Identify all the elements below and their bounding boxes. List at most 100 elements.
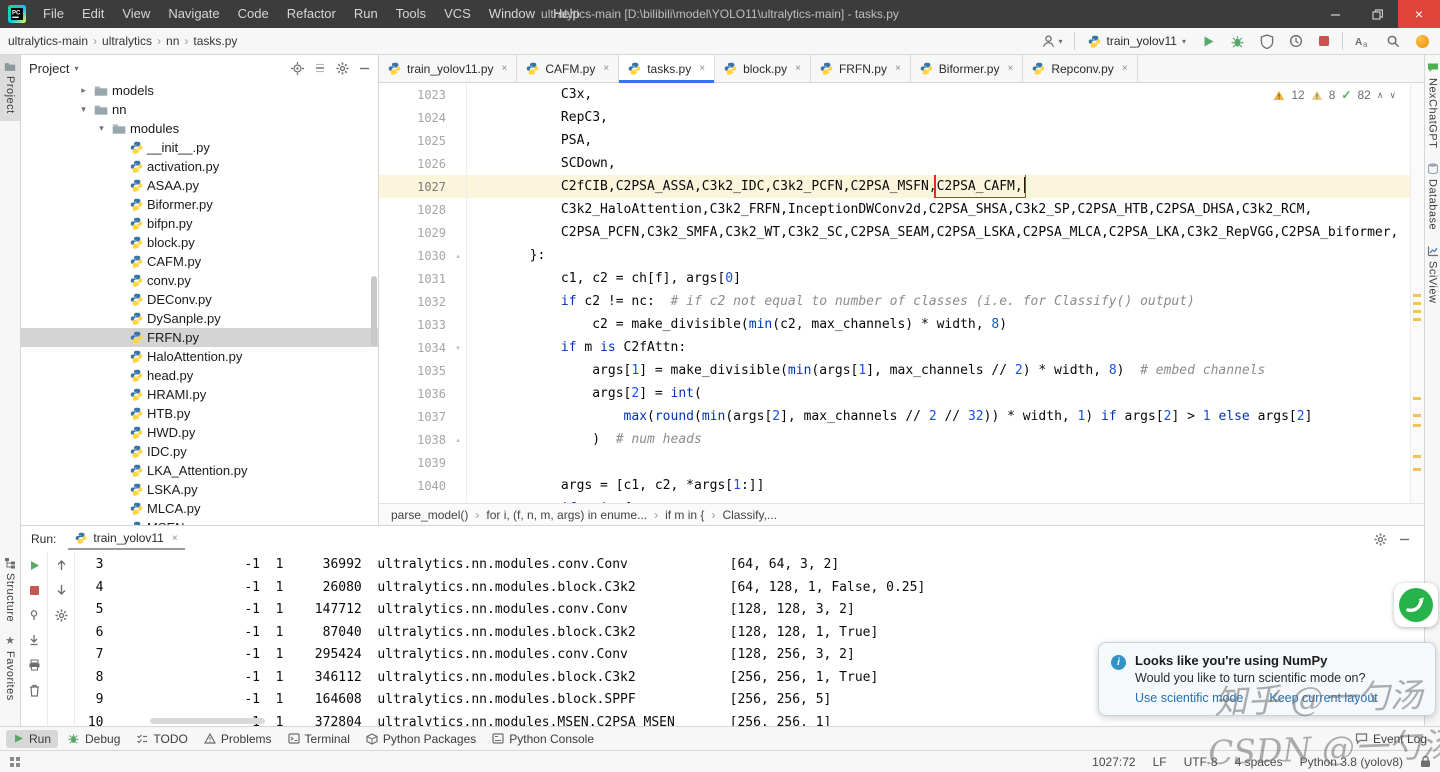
profiler-button[interactable]	[1286, 32, 1306, 50]
tree-item-activation-py[interactable]: activation.py	[21, 157, 378, 176]
locate-file-icon[interactable]	[291, 62, 304, 75]
toolwindow-button-run[interactable]: Run	[6, 730, 58, 748]
keep-current-layout-link[interactable]: Keep current layout	[1269, 691, 1377, 705]
tree-item-cafm-py[interactable]: CAFM.py	[21, 252, 378, 271]
line-number-1032[interactable]: 1032	[379, 290, 467, 313]
plugin-orange-icon[interactable]	[1413, 33, 1432, 50]
pin-button[interactable]	[24, 607, 44, 623]
tree-item-mlca-py[interactable]: MLCA.py	[21, 499, 378, 518]
run-config-select[interactable]: train_yolov11 ▾	[1084, 32, 1190, 50]
close-icon[interactable]: ×	[795, 63, 801, 74]
editor-breadcrumb-item[interactable]: if m in {	[665, 508, 704, 522]
menu-vcs[interactable]: VCS	[435, 0, 480, 28]
tree-item-lka-attention-py[interactable]: LKA_Attention.py	[21, 461, 378, 480]
menu-view[interactable]: View	[113, 0, 159, 28]
clear-button[interactable]	[24, 682, 44, 698]
user-icon[interactable]: ▾	[1038, 32, 1065, 51]
run-button[interactable]	[1199, 33, 1218, 50]
print-button[interactable]	[24, 657, 44, 673]
tree-item-block-py[interactable]: block.py	[21, 233, 378, 252]
tree-item-idc-py[interactable]: IDC.py	[21, 442, 378, 461]
close-icon[interactable]: ×	[1122, 63, 1128, 74]
fold-marker-icon[interactable]: ▴	[450, 436, 466, 444]
close-icon[interactable]: ×	[1007, 63, 1013, 74]
toolwindow-button-problems[interactable]: Problems	[197, 730, 279, 748]
toolwindow-button-debug[interactable]: Debug	[60, 730, 127, 748]
line-number-1037[interactable]: 1037	[379, 405, 467, 428]
line-number-1031[interactable]: 1031	[379, 267, 467, 290]
hide-panel-icon[interactable]	[1399, 534, 1410, 545]
line-number-1041[interactable]: 1041	[379, 497, 467, 503]
rerun-button[interactable]	[24, 557, 44, 573]
line-number-1026[interactable]: 1026	[379, 152, 467, 175]
menu-code[interactable]: Code	[229, 0, 278, 28]
python-interpreter[interactable]: Python 3.8 (yolov8)	[1300, 755, 1403, 769]
breadcrumb-item-nn[interactable]: nn	[166, 34, 179, 48]
line-number-1038[interactable]: 1038▴	[379, 428, 467, 451]
tree-item-head-py[interactable]: head.py	[21, 366, 378, 385]
menu-edit[interactable]: Edit	[73, 0, 113, 28]
tree-item-msen-py[interactable]: MSEN.py	[21, 518, 378, 525]
tree-item-init-py[interactable]: __init__.py	[21, 138, 378, 157]
tree-item-dysanple-py[interactable]: DySanple.py	[21, 309, 378, 328]
tab-frfn-py[interactable]: FRFN.py×	[811, 55, 911, 82]
breadcrumb-item-ultralytics-main[interactable]: ultralytics-main	[8, 34, 88, 48]
fold-marker-icon[interactable]: ▴	[450, 252, 466, 260]
menu-run[interactable]: Run	[345, 0, 387, 28]
up-button[interactable]	[51, 557, 71, 573]
tool-windows-icon[interactable]	[9, 756, 21, 768]
tool-button-database[interactable]: Database	[1426, 155, 1440, 237]
horizontal-scrollbar[interactable]	[150, 718, 265, 724]
minimize-button[interactable]	[1314, 0, 1356, 28]
tree-item-bifpn-py[interactable]: bifpn.py	[21, 214, 378, 233]
close-icon[interactable]: ×	[502, 63, 508, 74]
debug-button[interactable]	[1227, 32, 1248, 51]
menu-refactor[interactable]: Refactor	[278, 0, 345, 28]
scroll-end-button[interactable]	[24, 632, 44, 648]
tree-item-modules[interactable]: ▾modules	[21, 119, 378, 138]
line-number-1039[interactable]: 1039	[379, 451, 467, 474]
tool-button-structure[interactable]: Structure	[0, 550, 20, 629]
tree-item-htb-py[interactable]: HTB.py	[21, 404, 378, 423]
tree-item-deconv-py[interactable]: DEConv.py	[21, 290, 378, 309]
editor-scrollbar[interactable]	[1410, 83, 1424, 503]
toolwindow-button-python-packages[interactable]: Python Packages	[359, 730, 483, 748]
tool-button-project[interactable]: Project	[0, 55, 20, 121]
breadcrumb-item-ultralytics[interactable]: ultralytics	[102, 34, 152, 48]
tree-item-hrami-py[interactable]: HRAMI.py	[21, 385, 378, 404]
menu-file[interactable]: File	[34, 0, 73, 28]
tree-item-frfn-py[interactable]: FRFN.py	[21, 328, 378, 347]
tree-item-conv-py[interactable]: conv.py	[21, 271, 378, 290]
project-scrollbar[interactable]	[371, 276, 377, 346]
tree-item-asaa-py[interactable]: ASAA.py	[21, 176, 378, 195]
down-button[interactable]	[51, 582, 71, 598]
prev-problem-icon[interactable]: ∧	[1377, 90, 1384, 101]
editor-breadcrumb-item[interactable]: Classify,...	[722, 508, 776, 522]
menu-navigate[interactable]: Navigate	[159, 0, 228, 28]
close-button[interactable]: ×	[1398, 0, 1440, 28]
cursor-position[interactable]: 1027:72	[1092, 755, 1135, 769]
line-number-1025[interactable]: 1025	[379, 129, 467, 152]
tab-repconv-py[interactable]: Repconv.py×	[1023, 55, 1137, 82]
file-encoding[interactable]: UTF-8	[1184, 755, 1218, 769]
tool-button-nexchatgpt[interactable]: NexChatGPT	[1426, 55, 1440, 155]
tree-item-nn[interactable]: ▾nn	[21, 100, 378, 119]
tab-train-yolov11-py[interactable]: train_yolov11.py×	[379, 55, 517, 82]
close-icon[interactable]: ×	[895, 63, 901, 74]
close-icon[interactable]: ×	[603, 63, 609, 74]
line-number-1023[interactable]: 1023	[379, 83, 467, 106]
toolwindow-button-todo[interactable]: TODO	[129, 730, 194, 748]
menu-tools[interactable]: Tools	[387, 0, 435, 28]
tab-block-py[interactable]: block.py×	[715, 55, 811, 82]
fold-marker-icon[interactable]: ▾	[450, 344, 466, 352]
gear-icon[interactable]	[336, 62, 349, 75]
editor-breadcrumb-item[interactable]: for i, (f, n, m, args) in enume...	[486, 508, 647, 522]
editor-breadcrumb-item[interactable]: parse_model()	[391, 508, 468, 522]
line-number-1027[interactable]: 1027	[379, 175, 467, 198]
code-editor[interactable]: 1023 C3x,1024 RepC3,1025 PSA,1026 SCDown…	[379, 83, 1424, 503]
menu-window[interactable]: Window	[480, 0, 544, 28]
translate-icon[interactable]: Aa	[1352, 33, 1374, 50]
hide-panel-icon[interactable]	[359, 63, 370, 74]
tree-item-models[interactable]: ▸models	[21, 81, 378, 100]
restore-button[interactable]	[1356, 0, 1398, 28]
